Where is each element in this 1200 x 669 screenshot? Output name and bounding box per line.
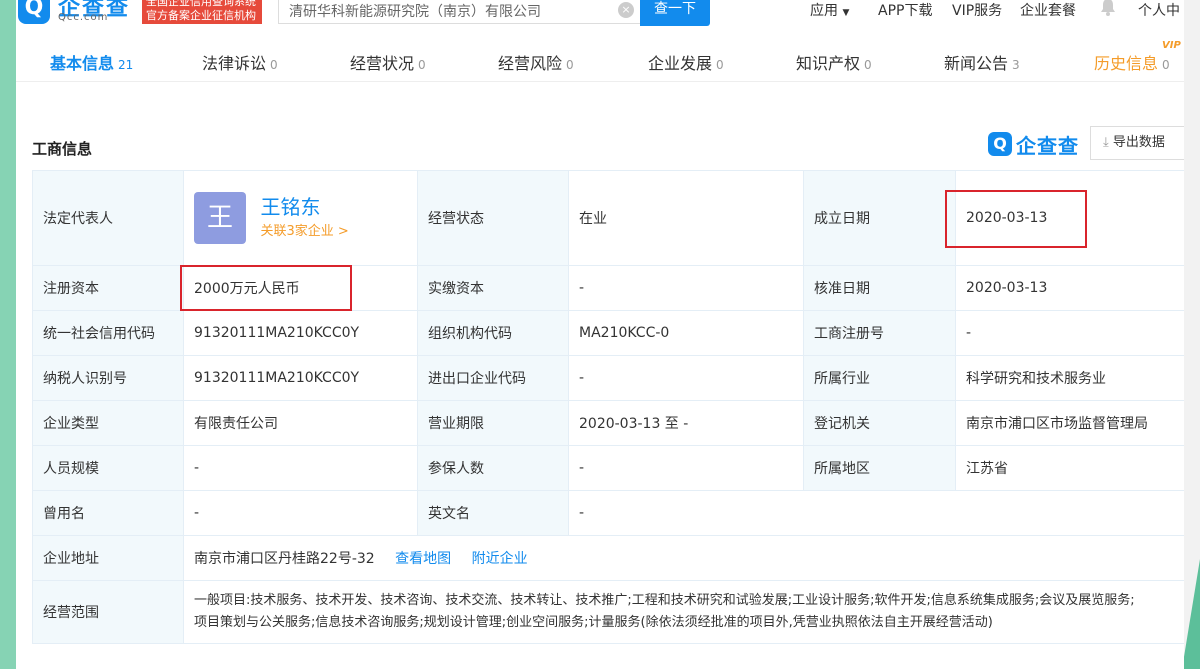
paid-capital-value: - (568, 265, 804, 311)
brand-text: 企查查 (1016, 134, 1079, 158)
biz-reg-value: - (955, 310, 1184, 356)
former-name-value: - (183, 490, 418, 536)
import-code-value: - (568, 355, 804, 401)
nav-apps[interactable]: 应用 ▼ (810, 0, 849, 20)
english-name-value: - (568, 490, 1184, 536)
logo-domain: Qcc.com (58, 12, 109, 23)
decorative-corner (1182, 559, 1200, 669)
nav-vip[interactable]: VIP服务 (952, 0, 1002, 20)
search-input[interactable]: 清研华科新能源研究院（南京）有限公司 × (278, 0, 640, 24)
table-row: 经营范围 一般项目:技术服务、技术开发、技术咨询、技术交流、技术转让、技术推广;… (32, 580, 1184, 644)
insured-value: - (568, 445, 804, 491)
table-row: 曾用名 - 英文名 - (32, 490, 1184, 536)
nav-packages[interactable]: 企业套餐 (1020, 0, 1076, 20)
authority-value: 南京市浦口区市场监督管理局 (955, 400, 1184, 446)
company-page: Q 企查查 Qcc.com 全国企业信用查询系统官方备案企业征信机构 清研华科新… (16, 0, 1184, 669)
table-row: 纳税人识别号 91320111MA210KCC0Y 进出口企业代码 - 所属行业… (32, 355, 1184, 401)
address-label: 企业地址 (32, 535, 184, 581)
legal-rep-name[interactable]: 王铭东 (260, 194, 348, 220)
section-title: 工商信息 (32, 140, 93, 158)
authority-label: 登记机关 (803, 400, 956, 446)
credit-code-value: 91320111MA210KCC0Y (183, 310, 418, 356)
scope-cell: 一般项目:技术服务、技术开发、技术咨询、技术交流、技术转让、技术推广;工程和技术… (183, 580, 1184, 644)
view-map-link[interactable]: 查看地图 (395, 551, 451, 567)
avatar[interactable]: 王 (194, 192, 246, 244)
nearby-companies-link[interactable]: 附近企业 (472, 551, 528, 567)
credit-code-label: 统一社会信用代码 (32, 310, 184, 356)
vip-badge: VIP (1162, 40, 1181, 51)
export-data-button[interactable]: ⤓ 导出数据 (1090, 126, 1184, 160)
nav-personal[interactable]: 个人中 (1138, 0, 1180, 20)
region-value: 江苏省 (955, 445, 1184, 491)
taxpayer-label: 纳税人识别号 (32, 355, 184, 401)
type-value: 有限责任公司 (183, 400, 418, 446)
address-value: 南京市浦口区丹桂路22号-32 (194, 551, 375, 567)
taxpayer-value: 91320111MA210KCC0Y (183, 355, 418, 401)
table-row: 统一社会信用代码 91320111MA210KCC0Y 组织机构代码 MA210… (32, 310, 1184, 356)
scope-label: 经营范围 (32, 580, 184, 644)
main-tabs: 基本信息 21 法律诉讼 0 经营状况 0 经营风险 0 企业发展 0 知识产权 0 新闻公… (16, 40, 1184, 82)
related-companies-link[interactable]: 关联3家企业 > (260, 222, 348, 242)
status-label: 经营状态 (417, 170, 569, 266)
region-label: 所属地区 (803, 445, 956, 491)
former-name-label: 曾用名 (32, 490, 184, 536)
tab-history[interactable]: 历史信息 0 (1094, 50, 1170, 74)
tab-basic-info[interactable]: 基本信息 21 (50, 50, 133, 74)
table-row: 企业地址 南京市浦口区丹桂路22号-32 查看地图 附近企业 (32, 535, 1184, 581)
import-code-label: 进出口企业代码 (417, 355, 569, 401)
industry-value: 科学研究和技术服务业 (955, 355, 1184, 401)
highlight-reg-capital (180, 265, 352, 311)
staff-value: - (183, 445, 418, 491)
term-label: 营业期限 (417, 400, 569, 446)
tab-risk[interactable]: 经营风险 0 (498, 50, 574, 74)
industry-label: 所属行业 (803, 355, 956, 401)
tab-ip[interactable]: 知识产权 0 (796, 50, 872, 74)
nav-app-download[interactable]: APP下载 (878, 0, 932, 20)
legal-rep-cell: 王 王铭东 关联3家企业 > (183, 170, 418, 266)
status-value: 在业 (568, 170, 804, 266)
paid-capital-label: 实缴资本 (417, 265, 569, 311)
table-row: 人员规模 - 参保人数 - 所属地区 江苏省 (32, 445, 1184, 491)
background-left (0, 0, 16, 669)
bell-icon[interactable] (1100, 0, 1116, 16)
biz-reg-label: 工商注册号 (803, 310, 956, 356)
download-icon: ⤓ (1103, 135, 1109, 150)
scope-line-1: 一般项目:技术服务、技术开发、技术咨询、技术交流、技术转让、技术推广;工程和技术… (194, 593, 1135, 608)
certification-badge: 全国企业信用查询系统官方备案企业征信机构 (142, 0, 262, 24)
qcc-brand-icon: Q (988, 132, 1012, 156)
qcc-logo-icon[interactable]: Q (18, 0, 50, 24)
scope-line-2: 项目策划与公关服务;信息技术咨询服务;规划设计管理;创业空间服务;计量服务(除依… (194, 615, 993, 630)
approved-value: 2020-03-13 (955, 265, 1184, 311)
search-button[interactable]: 查一下 (640, 0, 710, 26)
staff-label: 人员规模 (32, 445, 184, 491)
legal-rep-label: 法定代表人 (32, 170, 184, 266)
tab-news[interactable]: 新闻公告 3 (944, 50, 1020, 74)
top-bar: Q 企查查 Qcc.com 全国企业信用查询系统官方备案企业征信机构 清研华科新… (16, 0, 1184, 26)
tab-development[interactable]: 企业发展 0 (648, 50, 724, 74)
type-label: 企业类型 (32, 400, 184, 446)
insured-label: 参保人数 (417, 445, 569, 491)
org-code-value: MA210KCC-0 (568, 310, 804, 356)
org-code-label: 组织机构代码 (417, 310, 569, 356)
clear-icon[interactable]: × (618, 2, 634, 18)
english-name-label: 英文名 (417, 490, 569, 536)
address-cell: 南京市浦口区丹桂路22号-32 查看地图 附近企业 (183, 535, 1184, 581)
table-row: 企业类型 有限责任公司 营业期限 2020-03-13 至 - 登记机关 南京市… (32, 400, 1184, 446)
caret-down-icon: ▼ (842, 8, 850, 18)
tab-legal[interactable]: 法律诉讼 0 (202, 50, 278, 74)
search-value: 清研华科新能源研究院（南京）有限公司 (289, 4, 541, 20)
term-value: 2020-03-13 至 - (568, 400, 804, 446)
founded-label: 成立日期 (803, 170, 956, 266)
highlight-founded-date (945, 190, 1087, 248)
reg-capital-label: 注册资本 (32, 265, 184, 311)
approved-label: 核准日期 (803, 265, 956, 311)
tab-operation[interactable]: 经营状况 0 (350, 50, 426, 74)
